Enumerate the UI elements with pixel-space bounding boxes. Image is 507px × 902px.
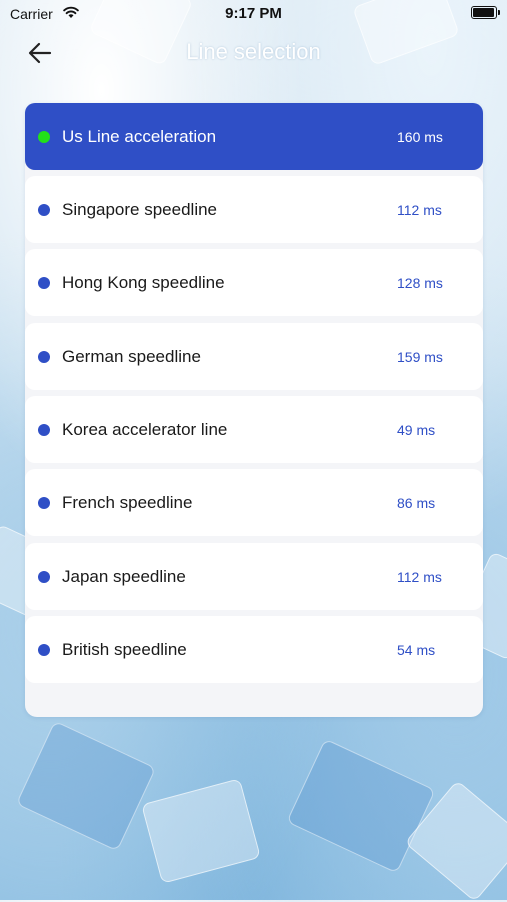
ice-decoration <box>286 738 436 874</box>
status-dot <box>38 204 50 216</box>
page-title: Line selection <box>186 39 321 64</box>
status-dot <box>38 644 50 656</box>
ice-decoration <box>15 720 157 852</box>
line-latency: 112 ms <box>397 202 442 218</box>
line-item-french[interactable]: French speedline 86 ms <box>25 469 483 536</box>
line-name: Singapore speedline <box>62 200 218 219</box>
status-time: 9:17 PM <box>225 5 282 22</box>
status-dot <box>38 277 50 289</box>
status-dot <box>38 351 50 363</box>
line-latency: 159 ms <box>397 349 443 365</box>
status-dot <box>38 497 50 509</box>
line-item-japan[interactable]: Japan speedline 112 ms <box>25 543 483 610</box>
line-name: Korea accelerator line <box>62 420 228 439</box>
battery-icon <box>471 6 500 19</box>
line-name: Us Line acceleration <box>62 127 217 146</box>
line-item-us[interactable]: Us Line acceleration 160 ms <box>25 103 483 170</box>
nav-bar: Line selection <box>0 28 507 78</box>
status-dot <box>38 131 50 143</box>
line-name: British speedline <box>62 640 187 659</box>
line-name: Hong Kong speedline <box>62 273 225 292</box>
line-item-hong-kong[interactable]: Hong Kong speedline 128 ms <box>25 249 483 316</box>
status-dot <box>38 571 50 583</box>
line-name: German speedline <box>62 347 201 366</box>
line-latency: 160 ms <box>397 129 443 145</box>
status-bar: Carrier 9:17 PM <box>0 0 507 28</box>
line-name: Japan speedline <box>62 567 186 586</box>
line-item-british[interactable]: British speedline 54 ms <box>25 616 483 683</box>
line-latency: 54 ms <box>397 642 436 658</box>
ice-decoration <box>141 778 261 884</box>
line-item-singapore[interactable]: Singapore speedline 112 ms <box>25 176 483 243</box>
line-name: French speedline <box>62 493 193 512</box>
line-latency: 49 ms <box>397 422 436 438</box>
status-dot <box>38 424 50 436</box>
line-item-korea[interactable]: Korea accelerator line 49 ms <box>25 396 483 463</box>
line-list: Us Line acceleration 160 ms Singapore sp… <box>25 103 483 717</box>
line-latency: 86 ms <box>397 495 436 511</box>
line-item-german[interactable]: German speedline 159 ms <box>25 323 483 390</box>
line-latency: 128 ms <box>397 275 443 291</box>
line-latency: 112 ms <box>397 569 442 585</box>
